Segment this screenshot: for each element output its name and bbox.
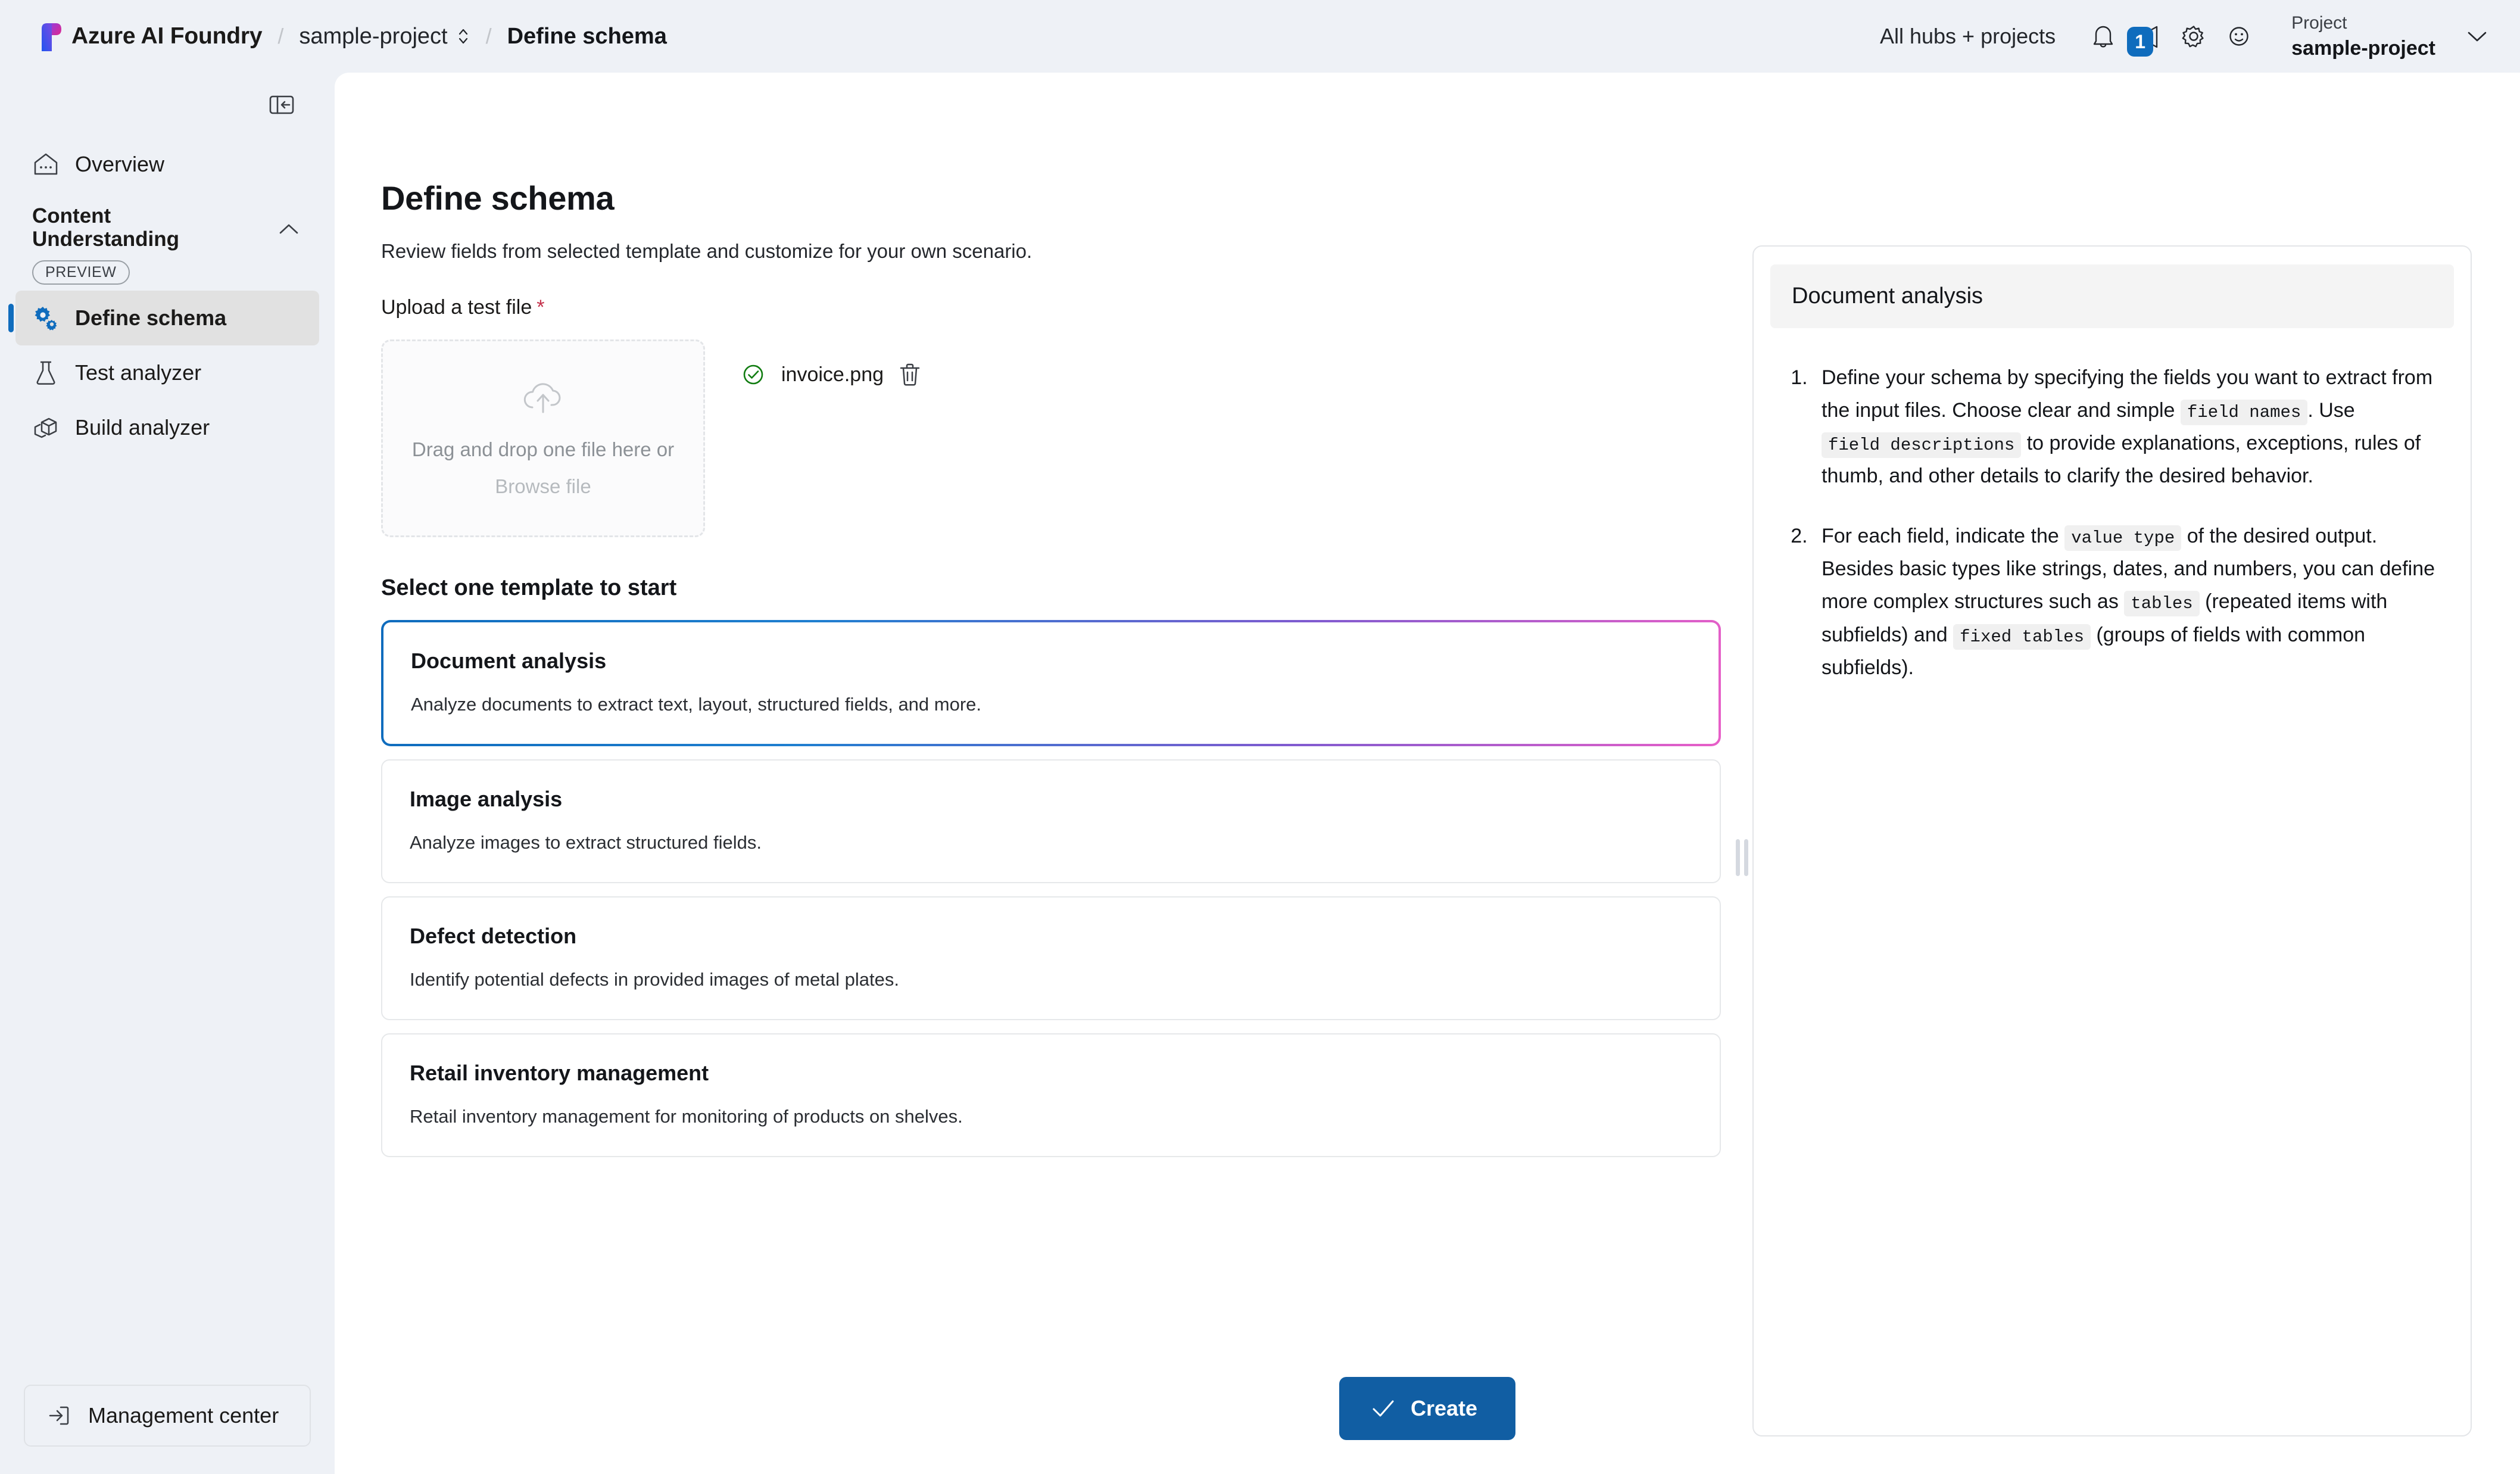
all-hubs-projects-link[interactable]: All hubs + projects xyxy=(1880,24,2056,49)
project-switcher-label: Project xyxy=(2291,13,2347,33)
breadcrumb-separator-2: / xyxy=(485,24,492,48)
template-description: Analyze documents to extract text, layou… xyxy=(411,694,982,715)
resize-grip-bar xyxy=(1735,839,1740,876)
upload-field-label-text: Upload a test file xyxy=(381,296,532,319)
feedback-button[interactable] xyxy=(2216,14,2262,59)
sidebar-item-build-analyzer[interactable]: Build analyzer xyxy=(15,400,319,455)
template-card-retail-inventory-management[interactable]: Retail inventory management Retail inven… xyxy=(381,1033,1721,1157)
chevron-updown-icon xyxy=(459,29,467,44)
top-bar: Azure AI Foundry / sample-project / Defi… xyxy=(0,0,2520,73)
chevron-down-icon xyxy=(2468,32,2487,42)
notifications-button[interactable] xyxy=(2081,14,2126,59)
panel-resize-handle[interactable] xyxy=(1732,804,1752,911)
azure-ai-foundry-logo-icon xyxy=(42,23,61,51)
breadcrumb-project[interactable]: sample-project xyxy=(299,24,470,49)
inline-code: tables xyxy=(2124,591,2200,617)
template-name: Defect detection xyxy=(410,924,577,948)
template-description: Retail inventory management for monitori… xyxy=(410,1106,963,1127)
sidebar-item-define-schema-label: Define schema xyxy=(75,306,227,330)
project-switcher-value: sample-project xyxy=(2291,36,2435,60)
chevron-up-icon[interactable] xyxy=(275,216,302,243)
file-dropzone[interactable]: Drag and drop one file here or Browse fi… xyxy=(381,339,705,537)
management-center-button[interactable]: Management center xyxy=(24,1385,311,1447)
uploaded-file-item: invoice.png xyxy=(740,361,922,388)
help-step-1: Define your schema by specifying the fie… xyxy=(1813,362,2438,493)
check-circle-icon xyxy=(743,364,763,385)
arrow-into-box-icon xyxy=(49,1406,69,1425)
page-title: Define schema xyxy=(381,179,615,217)
sidebar-item-test-analyzer-label: Test analyzer xyxy=(75,360,202,385)
announcements-badge: 1 xyxy=(2127,27,2154,57)
create-button[interactable]: Create xyxy=(1339,1377,1516,1440)
help-panel: Document analysis Define your schema by … xyxy=(1752,245,2472,1436)
sidebar-item-build-analyzer-label: Build analyzer xyxy=(75,415,210,440)
announcements-button[interactable]: 1 xyxy=(2126,14,2171,59)
browse-file-link[interactable]: Browse file xyxy=(495,475,591,498)
sidebar-nav: Overview Content Understanding PREVIEW D… xyxy=(0,137,335,455)
sidebar-item-define-schema[interactable]: Define schema xyxy=(15,291,319,345)
template-card-document-analysis[interactable]: Document analysis Analyze documents to e… xyxy=(381,620,1721,746)
management-center-label: Management center xyxy=(88,1403,279,1428)
sidebar-group-content-understanding[interactable]: Content Understanding PREVIEW xyxy=(15,192,319,291)
preview-badge: PREVIEW xyxy=(32,260,130,285)
brand-name: Azure AI Foundry xyxy=(71,23,263,49)
gears-icon xyxy=(32,304,60,332)
help-step-2: For each field, indicate the value type … xyxy=(1813,520,2438,684)
settings-button[interactable] xyxy=(2171,14,2216,59)
breadcrumb-project-label: sample-project xyxy=(299,23,448,49)
sidebar-item-test-analyzer[interactable]: Test analyzer xyxy=(15,345,319,400)
bell-icon xyxy=(2093,26,2113,48)
panel-collapse-icon xyxy=(269,95,294,114)
inline-code: field names xyxy=(2180,400,2308,426)
smiley-icon xyxy=(2229,27,2248,46)
cube-icon xyxy=(32,414,60,441)
required-marker: * xyxy=(537,296,545,319)
inline-code: fixed tables xyxy=(1953,624,2091,650)
home-icon xyxy=(32,151,60,178)
cloud-upload-icon xyxy=(523,383,561,413)
sidebar-item-overview-label: Overview xyxy=(75,152,165,176)
inline-code: field descriptions xyxy=(1822,432,2022,459)
sidebar-item-overview[interactable]: Overview xyxy=(15,137,319,192)
sidebar-footer: Management center xyxy=(0,1385,335,1474)
sidebar-collapse-button[interactable] xyxy=(262,85,301,124)
trash-icon[interactable] xyxy=(898,361,922,388)
help-panel-title: Document analysis xyxy=(1770,264,2454,328)
sidebar-group-title: Content Understanding xyxy=(32,204,179,251)
template-name: Retail inventory management xyxy=(410,1061,709,1085)
template-card-image-analysis[interactable]: Image analysis Analyze images to extract… xyxy=(381,759,1721,883)
brand-home-link[interactable]: Azure AI Foundry xyxy=(36,21,263,51)
create-button-label: Create xyxy=(1410,1396,1478,1420)
template-description: Identify potential defects in provided i… xyxy=(410,969,899,990)
template-name: Image analysis xyxy=(410,787,563,811)
help-panel-body: Define your schema by specifying the fie… xyxy=(1754,328,2471,684)
sidebar: Overview Content Understanding PREVIEW D… xyxy=(0,73,335,1474)
flask-icon xyxy=(32,359,60,387)
help-steps-list: Define your schema by specifying the fie… xyxy=(1786,362,2438,684)
top-bar-actions: All hubs + projects 1 Project sample-pro… xyxy=(1880,8,2499,64)
checkmark-icon xyxy=(1373,1400,1394,1417)
template-list: Document analysis Analyze documents to e… xyxy=(381,620,1721,1157)
uploaded-file-name: invoice.png xyxy=(781,363,884,386)
template-description: Analyze images to extract structured fie… xyxy=(410,832,762,853)
inline-code: value type xyxy=(2064,525,2182,551)
breadcrumb-separator-1: / xyxy=(277,24,284,48)
resize-grip-bar xyxy=(1744,839,1748,876)
sidebar-group-labels: Content Understanding PREVIEW xyxy=(32,204,229,285)
breadcrumb-current-page: Define schema xyxy=(507,23,667,49)
project-switcher-text: Project sample-project xyxy=(2291,12,2435,61)
project-switcher[interactable]: Project sample-project xyxy=(2285,8,2499,64)
dropzone-primary-text: Drag and drop one file here or xyxy=(411,438,675,460)
template-card-defect-detection[interactable]: Defect detection Identify potential defe… xyxy=(381,896,1721,1020)
gear-icon xyxy=(2182,26,2204,48)
template-name: Document analysis xyxy=(411,649,607,673)
sidebar-collapse-row xyxy=(0,73,335,137)
